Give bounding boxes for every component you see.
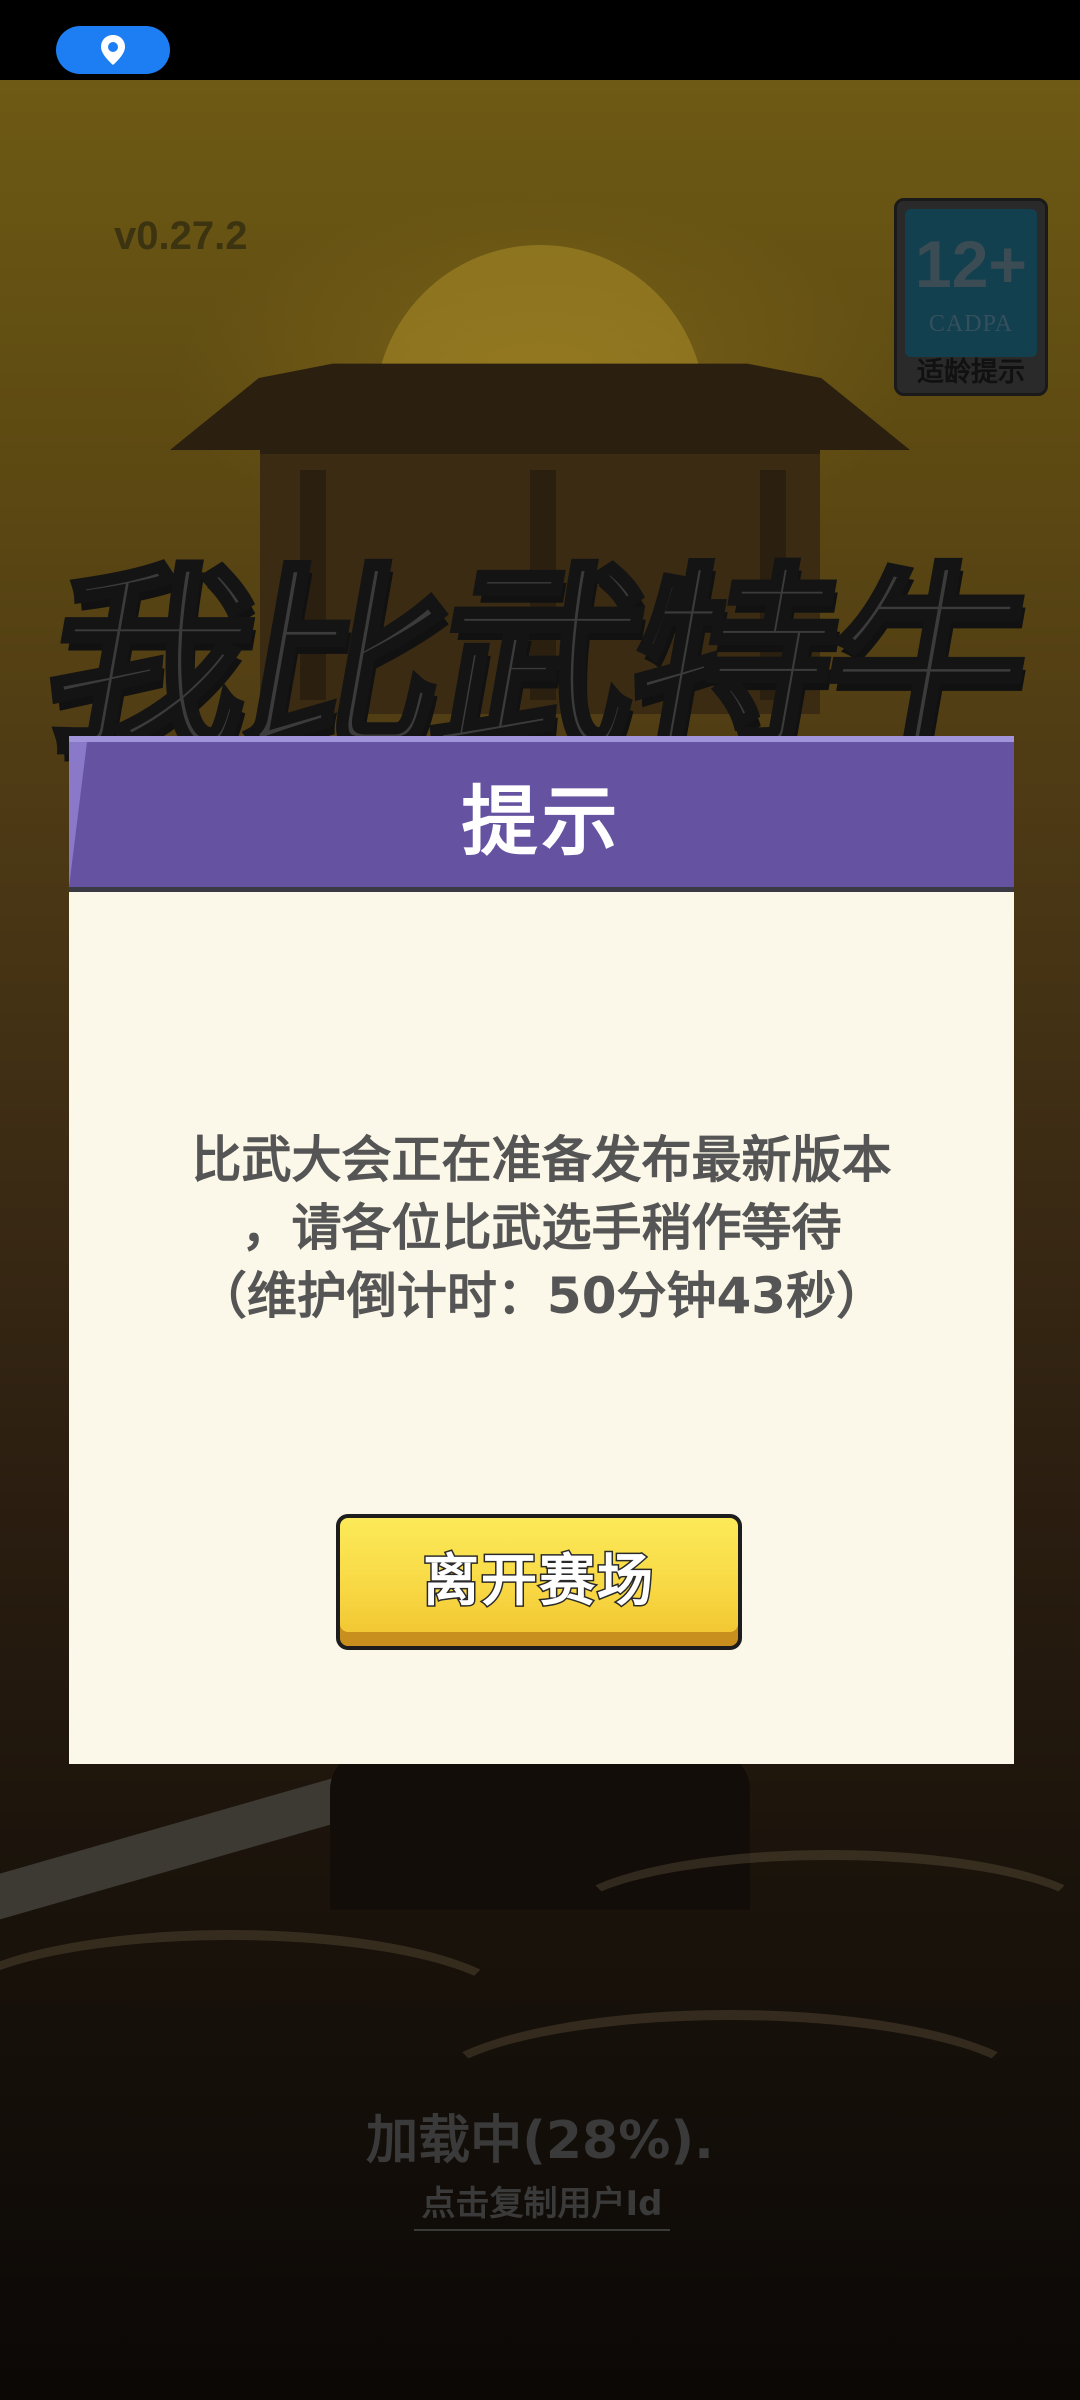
age-rating-org: CADPA <box>928 311 1014 337</box>
game-screen: v0.27.2 12+ CADPA 适龄提示 我比武特牛 加载中(28%). 点… <box>0 0 1080 2400</box>
age-rating-number: 12+ <box>915 227 1027 301</box>
dialog-title: 提示 <box>461 776 622 866</box>
copy-user-id-link[interactable]: 点击复制用户Id <box>414 2176 670 2231</box>
notice-dialog: 提示 比武大会正在准备发布最新版本 ，请各位比武选手稍作等待 （维护倒计时：50… <box>69 736 1014 1764</box>
dialog-message-line: （维护倒计时：50分钟43秒） <box>196 1267 887 1325</box>
age-rating-caption: 适龄提示 <box>917 357 1025 388</box>
dialog-message-line: ，请各位比武选手稍作等待 <box>241 1199 842 1257</box>
dialog-message-line: 比武大会正在准备发布最新版本 <box>191 1131 892 1189</box>
age-rating-panel: 12+ CADPA <box>905 209 1037 357</box>
location-indicator[interactable] <box>56 26 170 74</box>
leave-arena-button[interactable]: 离开赛场 <box>336 1514 742 1650</box>
status-bar <box>0 0 1080 80</box>
age-rating-badge: 12+ CADPA 适龄提示 <box>894 198 1048 396</box>
loading-progress-text: 加载中(28%). <box>366 2111 714 2171</box>
location-pin-icon <box>101 35 125 65</box>
ground-swirl <box>560 1850 1080 1990</box>
dialog-header: 提示 <box>69 736 1014 892</box>
version-label: v0.27.2 <box>114 214 248 258</box>
dialog-message: 比武大会正在准备发布最新版本 ，请各位比武选手稍作等待 （维护倒计时：50分钟4… <box>109 1126 974 1330</box>
leave-arena-label: 离开赛场 <box>422 1547 655 1615</box>
